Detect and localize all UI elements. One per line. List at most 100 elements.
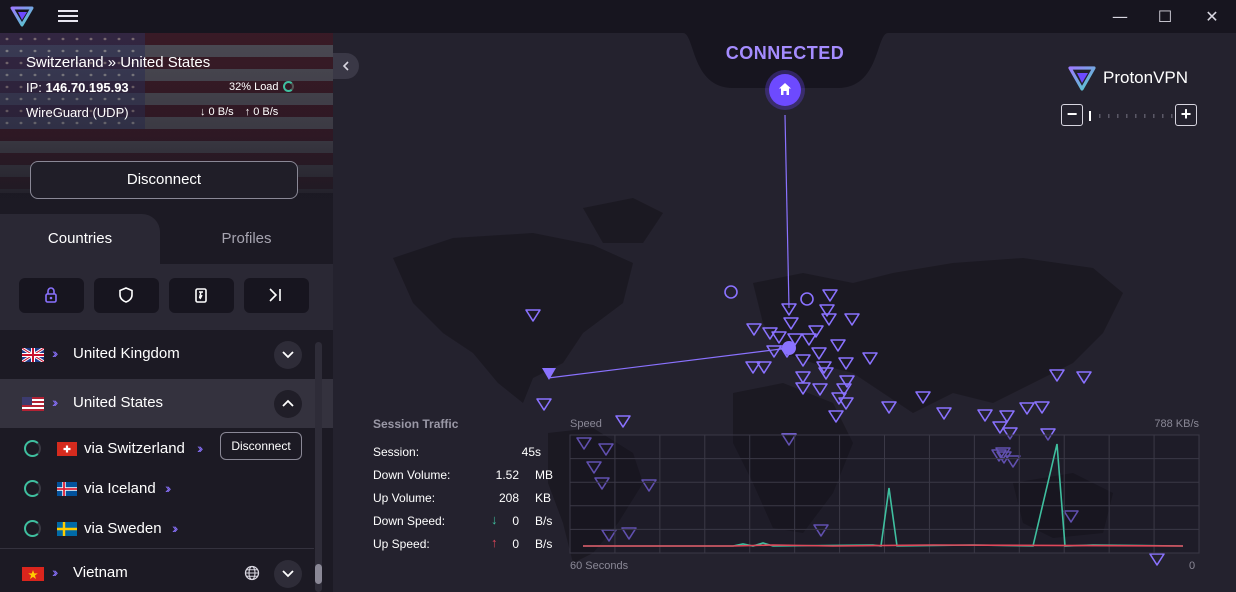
server-marker-icon[interactable] bbox=[1019, 402, 1035, 415]
server-row-via-iceland[interactable]: via Iceland ›› bbox=[0, 468, 314, 508]
zoom-in-button[interactable]: + bbox=[1175, 104, 1197, 126]
home-icon bbox=[779, 83, 791, 95]
stat-label: Down Volume: bbox=[373, 468, 451, 482]
secure-core-filter-button[interactable] bbox=[19, 278, 84, 313]
minimize-button[interactable]: — bbox=[1097, 0, 1143, 33]
server-marker-icon[interactable] bbox=[881, 401, 897, 414]
tor-filter-button[interactable] bbox=[244, 278, 309, 313]
server-marker-icon[interactable] bbox=[1076, 371, 1092, 384]
server-marker-icon[interactable] bbox=[795, 371, 811, 384]
world-map[interactable]: CONNECTED ProtonVPN − + Session Traffic … bbox=[333, 33, 1236, 592]
connection-panel: Switzerland » United States IP: 146.70.1… bbox=[0, 33, 333, 214]
speed-readout: ↓ 0 B/s ↑ 0 B/s bbox=[200, 106, 286, 118]
stat-label: Up Volume: bbox=[373, 491, 436, 505]
server-marker-icon[interactable] bbox=[977, 409, 993, 422]
scrollbar-track[interactable] bbox=[315, 342, 322, 592]
brand-name: ProtonVPN bbox=[1103, 68, 1189, 87]
us-flag-icon bbox=[22, 397, 44, 411]
sidebar: Switzerland » United States IP: 146.70.1… bbox=[0, 33, 333, 592]
stat-value: 45s bbox=[521, 445, 541, 459]
load-ring-icon bbox=[282, 81, 294, 92]
title-bar: — ☐ ✕ bbox=[0, 0, 1236, 33]
secure-core-node-icon[interactable] bbox=[724, 285, 738, 299]
stat-label: Down Speed: bbox=[373, 514, 446, 528]
server-row-via-sweden[interactable]: via Sweden ›› bbox=[0, 508, 314, 548]
connection-route: Switzerland » United States bbox=[26, 54, 211, 71]
server-marker-icon[interactable] bbox=[1149, 553, 1165, 566]
entry-server-marker-icon[interactable] bbox=[782, 341, 796, 355]
shield-icon bbox=[119, 287, 133, 303]
connection-status: CONNECTED bbox=[725, 43, 845, 63]
protocol-label: WireGuard (UDP) bbox=[26, 105, 129, 120]
stat-unit: MB bbox=[535, 468, 553, 482]
server-marker-icon[interactable] bbox=[936, 407, 952, 420]
globe-icon bbox=[244, 565, 260, 581]
country-row-united-kingdom[interactable]: ›› United Kingdom bbox=[0, 330, 314, 379]
p2p-icon bbox=[195, 288, 207, 303]
double-chevron-icon: ›› bbox=[52, 345, 59, 361]
country-name: United Kingdom bbox=[73, 345, 180, 362]
server-disconnect-button[interactable]: Disconnect bbox=[220, 432, 302, 460]
feature-filter-bar bbox=[0, 264, 333, 330]
server-marker-icon[interactable] bbox=[536, 398, 552, 411]
home-pin[interactable] bbox=[769, 74, 801, 106]
traffic-chart bbox=[569, 434, 1200, 554]
server-name: via Switzerland bbox=[84, 440, 185, 457]
stat-unit: B/s bbox=[535, 514, 553, 528]
iceland-flag-icon bbox=[57, 482, 77, 496]
stat-unit: KB bbox=[535, 491, 552, 505]
server-marker-icon[interactable] bbox=[999, 410, 1015, 423]
stat-value: 0 bbox=[512, 537, 519, 551]
tab-bar: Countries Profiles bbox=[0, 214, 333, 264]
close-button[interactable]: ✕ bbox=[1189, 0, 1235, 33]
double-chevron-icon: ›› bbox=[52, 564, 59, 580]
stat-label: Up Speed: bbox=[373, 537, 430, 551]
chart-max-label: 788 KB/s bbox=[1154, 418, 1199, 430]
netshield-filter-button[interactable] bbox=[94, 278, 159, 313]
ip-address: IP: 146.70.195.93 bbox=[26, 80, 129, 95]
maximize-button[interactable]: ☐ bbox=[1142, 0, 1188, 33]
tab-profiles[interactable]: Profiles bbox=[160, 214, 333, 264]
stat-value: 1.52 bbox=[495, 468, 519, 482]
zoom-out-button[interactable]: − bbox=[1061, 104, 1083, 126]
server-marker-icon[interactable] bbox=[615, 415, 631, 428]
expand-button[interactable] bbox=[274, 560, 302, 588]
collapse-button[interactable] bbox=[274, 390, 302, 418]
p2p-filter-button[interactable] bbox=[169, 278, 234, 313]
country-row-united-states[interactable]: ›› United States bbox=[0, 379, 333, 428]
stat-value: 208 bbox=[498, 491, 519, 505]
expand-button[interactable] bbox=[274, 341, 302, 369]
country-row-vietnam[interactable]: ›› Vietnam bbox=[0, 549, 314, 592]
brand-logo: ProtonVPN bbox=[1067, 64, 1207, 92]
load-ring-icon bbox=[24, 440, 41, 457]
country-list: ›› United Kingdom ›› United States via S… bbox=[0, 330, 333, 592]
chart-zero-label: 0 bbox=[1189, 560, 1196, 572]
chevron-down-icon bbox=[282, 351, 294, 359]
country-name: United States bbox=[73, 394, 164, 411]
connected-server-marker-icon[interactable] bbox=[542, 368, 556, 380]
server-name: via Iceland bbox=[84, 480, 156, 497]
collapse-sidebar-button[interactable] bbox=[333, 53, 359, 79]
server-row-via-switzerland[interactable]: via Switzerland ›› Disconnect bbox=[0, 428, 314, 468]
stat-unit: B/s bbox=[535, 537, 553, 551]
load-ring-icon bbox=[24, 480, 41, 497]
download-speed: ↓ 0 B/s bbox=[200, 106, 234, 118]
zoom-slider[interactable] bbox=[1087, 111, 1173, 121]
chart-speed-label: Speed bbox=[570, 418, 602, 430]
scrollbar-thumb[interactable] bbox=[315, 564, 322, 584]
server-marker-icon[interactable] bbox=[839, 375, 855, 388]
upload-speed: ↑ 0 B/s bbox=[244, 106, 279, 118]
switzerland-flag-icon bbox=[57, 442, 77, 456]
server-marker-icon[interactable] bbox=[812, 383, 828, 396]
chevron-up-icon bbox=[282, 399, 294, 407]
menu-icon[interactable] bbox=[58, 7, 78, 25]
double-chevron-icon: ›› bbox=[172, 520, 179, 536]
protonvpn-logo-icon bbox=[1068, 66, 1096, 91]
server-marker-icon[interactable] bbox=[746, 323, 762, 336]
chevron-down-icon bbox=[282, 570, 294, 578]
disconnect-button[interactable]: Disconnect bbox=[30, 161, 298, 199]
server-marker-icon[interactable] bbox=[766, 345, 782, 358]
tab-countries[interactable]: Countries bbox=[0, 214, 160, 264]
load-ring-icon bbox=[24, 520, 41, 537]
server-marker-icon[interactable] bbox=[1034, 401, 1050, 414]
